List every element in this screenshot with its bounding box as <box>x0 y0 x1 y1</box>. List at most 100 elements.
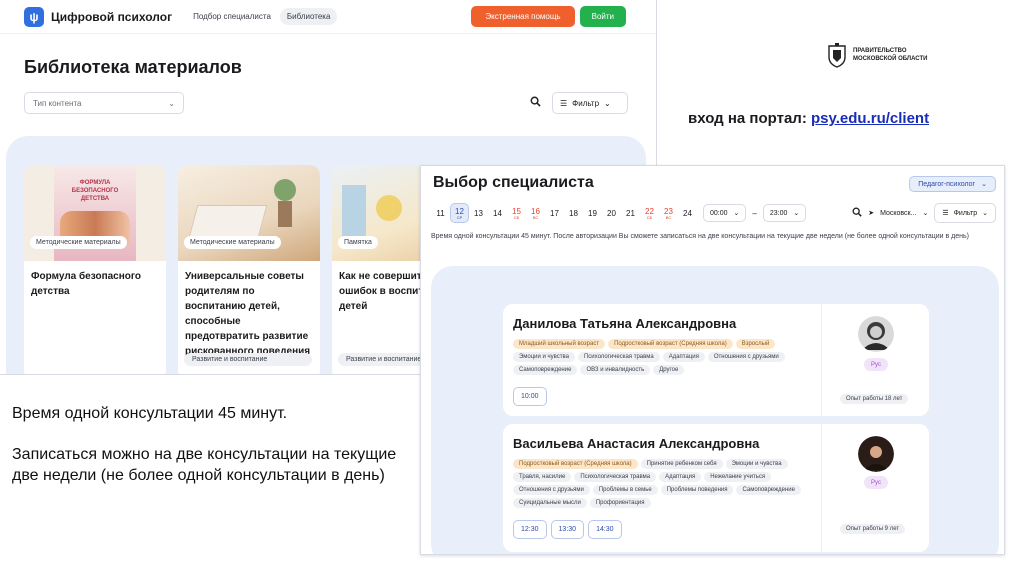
day-23[interactable]: 23 ВС <box>659 203 678 223</box>
topic-chip: Эмоции и чувства <box>513 352 575 362</box>
nav-link-library[interactable]: Библиотека <box>279 8 338 25</box>
time-from-select[interactable]: 00:00 ⌄ <box>703 204 747 222</box>
avatar <box>858 316 894 352</box>
date-picker: 11 12 СР 13 14 15 СБ 16 ВС 17 18 19 20 21 22 СБ 23 ВС 24 0… <box>431 203 807 223</box>
day-weekday: СБ <box>513 214 520 220</box>
filter-button[interactable]: ☰ Фильтр ⌄ <box>934 203 996 223</box>
day-20[interactable]: 20 <box>602 203 621 223</box>
day-17[interactable]: 17 <box>545 203 564 223</box>
language-badge: Рус <box>864 358 888 371</box>
topic-chip: Отношения с друзьями <box>513 485 590 495</box>
day-16[interactable]: 16 ВС <box>526 203 545 223</box>
time-slot-button[interactable]: 13:30 <box>550 520 585 539</box>
search-icon[interactable] <box>530 96 541 110</box>
day-18[interactable]: 18 <box>564 203 583 223</box>
day-weekday: СР <box>456 214 463 220</box>
topic-chip: Самоповреждение <box>513 365 578 375</box>
portal-caption: вход на портал: psy.edu.ru/client <box>688 110 929 127</box>
day-13[interactable]: 13 <box>469 203 488 223</box>
day-number: 13 <box>474 208 483 218</box>
nav-link-specialists[interactable]: Подбор специалиста <box>186 8 278 25</box>
filter-label: Фильтр <box>953 209 978 217</box>
specialist-card[interactable]: Васильева Анастасия Александровна Подрос… <box>503 424 929 552</box>
role-select-value: Педагог-психолог <box>918 180 976 188</box>
cover-title-line: БЕЗОПАСНОГО <box>71 188 119 194</box>
topic-chip: Проблемы в семье <box>592 485 658 495</box>
topic-chip: Проблемы поведения <box>660 485 734 495</box>
emergency-help-button[interactable]: Экстренная помощь <box>471 6 575 27</box>
material-card[interactable]: ФОРМУЛА БЕЗОПАСНОГО ДЕТСТВА Методические… <box>24 165 166 374</box>
specialists-screenshot: Выбор специалиста Педагог-психолог ⌄ 11 1… <box>420 165 1005 555</box>
topic-chip: Профориентация <box>589 498 651 508</box>
government-name-line: МОСКОВСКОЙ ОБЛАСТИ <box>853 56 928 62</box>
card-title[interactable]: Формула безопасного детства <box>24 261 166 299</box>
coat-of-arms-icon <box>828 43 846 68</box>
day-number: 11 <box>436 208 445 218</box>
page-title: Выбор специалиста <box>433 174 594 191</box>
cover-title-line: ДЕТСТВА <box>80 196 110 202</box>
location-arrow-icon: ➤ <box>868 210 875 217</box>
filter-icon: ☰ <box>942 210 949 217</box>
library-header: ψ Цифровой психолог Подбор специалиста Б… <box>0 0 656 34</box>
topic-chip: Другое <box>653 365 685 375</box>
specialist-name[interactable]: Данилова Татьяна Александровна <box>513 316 811 331</box>
day-24[interactable]: 24 <box>678 203 697 223</box>
logo-text[interactable]: Цифровой психолог <box>51 10 172 24</box>
time-slot-button[interactable]: 10:00 <box>513 387 547 406</box>
chevron-down-icon: ⌄ <box>981 181 987 188</box>
card-tag: Методические материалы <box>30 236 127 249</box>
specialist-card[interactable]: Данилова Татьяна Александровна Младший ш… <box>503 304 929 416</box>
topic-chip: Адаптация <box>662 352 705 362</box>
content-type-select[interactable]: Тип контента ⌄ <box>24 92 184 114</box>
portal-link[interactable]: psy.edu.ru/client <box>811 110 929 127</box>
day-15[interactable]: 15 СБ <box>507 203 526 223</box>
age-group-chip: Взрослый <box>735 339 776 349</box>
day-22[interactable]: 22 СБ <box>640 203 659 223</box>
card-category-chip[interactable]: Развитие и воспитание <box>184 353 312 366</box>
day-12[interactable]: 12 СР <box>450 203 469 223</box>
content-type-placeholder: Тип контента <box>33 98 82 108</box>
consultation-note: Время одной консультации 45 минут. Запис… <box>12 403 412 506</box>
chevron-down-icon: ⌄ <box>922 210 929 217</box>
avatar <box>858 436 894 472</box>
material-card[interactable]: Методические материалы Универсальные сов… <box>178 165 320 374</box>
page-title: Библиотека материалов <box>24 57 242 77</box>
day-number: 17 <box>550 208 559 218</box>
day-19[interactable]: 19 <box>583 203 602 223</box>
time-to-select[interactable]: 23:00 ⌄ <box>762 204 807 222</box>
chevron-down-icon: ⌄ <box>793 210 800 217</box>
time-to-value: 23:00 <box>769 209 788 217</box>
specialist-tags: Младший школьный возраст Подростковый воз… <box>513 339 811 375</box>
day-11[interactable]: 11 <box>431 203 450 223</box>
filter-label: Фильтр <box>572 98 600 108</box>
day-14[interactable]: 14 <box>488 203 507 223</box>
login-button[interactable]: Войти <box>579 6 626 27</box>
chevron-down-icon: ⌄ <box>733 210 740 217</box>
day-21[interactable]: 21 <box>621 203 640 223</box>
time-slot-button[interactable]: 12:30 <box>513 520 547 539</box>
topic-chip: Эмоции и чувства <box>725 459 788 469</box>
specialist-name[interactable]: Васильева Анастасия Александровна <box>513 436 811 451</box>
time-range-dash: – <box>752 208 757 218</box>
filter-icon: ☰ <box>560 98 568 108</box>
language-badge: Рус <box>864 476 888 489</box>
card-tag: Методические материалы <box>184 236 281 249</box>
card-title[interactable]: Универсальные советы родителям по воспит… <box>178 261 320 359</box>
logo-icon[interactable]: ψ <box>24 6 44 27</box>
day-weekday: ВС <box>532 214 539 220</box>
time-slot-button[interactable]: 14:30 <box>588 520 622 539</box>
experience-badge: Опыт работы 9 лет <box>840 524 906 534</box>
location-select[interactable]: Московск... <box>880 210 916 217</box>
role-select[interactable]: Педагог-психолог ⌄ <box>909 176 996 192</box>
topic-chip: Психологическая травма <box>577 352 660 362</box>
government-logo: ПРАВИТЕЛЬСТВО МОСКОВСКОЙ ОБЛАСТИ <box>826 42 927 68</box>
filter-button[interactable]: ☰ Фильтр ⌄ <box>552 92 628 114</box>
time-slots: 12:30 13:30 14:30 <box>513 520 811 539</box>
day-number: 14 <box>493 208 502 218</box>
chevron-down-icon: ⌄ <box>168 98 175 108</box>
portal-prefix: вход на портал: <box>688 110 807 127</box>
experience-badge: Опыт работы 18 лет <box>840 394 909 404</box>
search-icon[interactable] <box>852 207 862 219</box>
cover-title-line: ФОРМУЛА <box>79 180 111 186</box>
day-number: 24 <box>683 208 692 218</box>
